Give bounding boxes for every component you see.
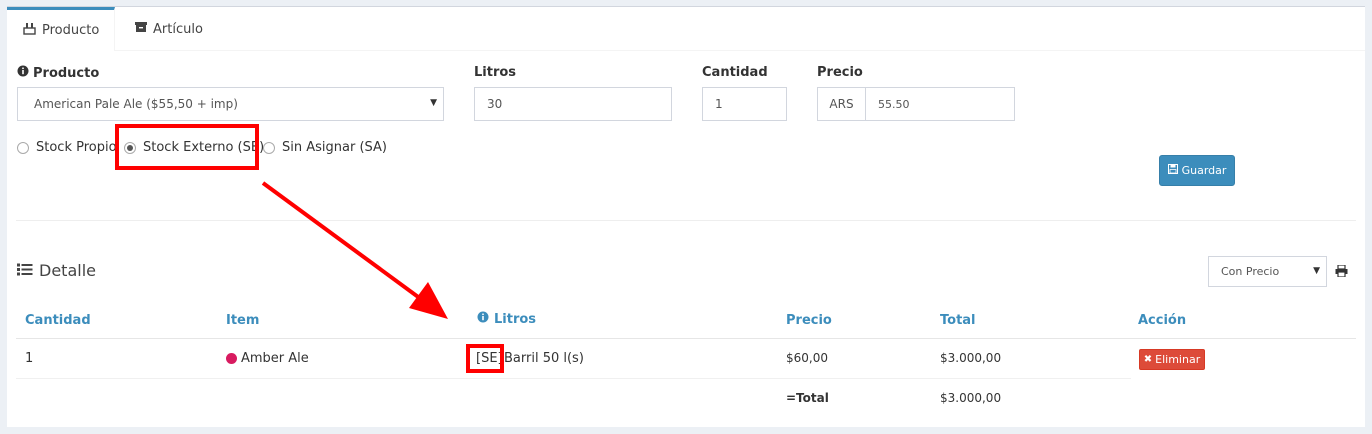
annotation-arrow-icon <box>261 181 448 319</box>
